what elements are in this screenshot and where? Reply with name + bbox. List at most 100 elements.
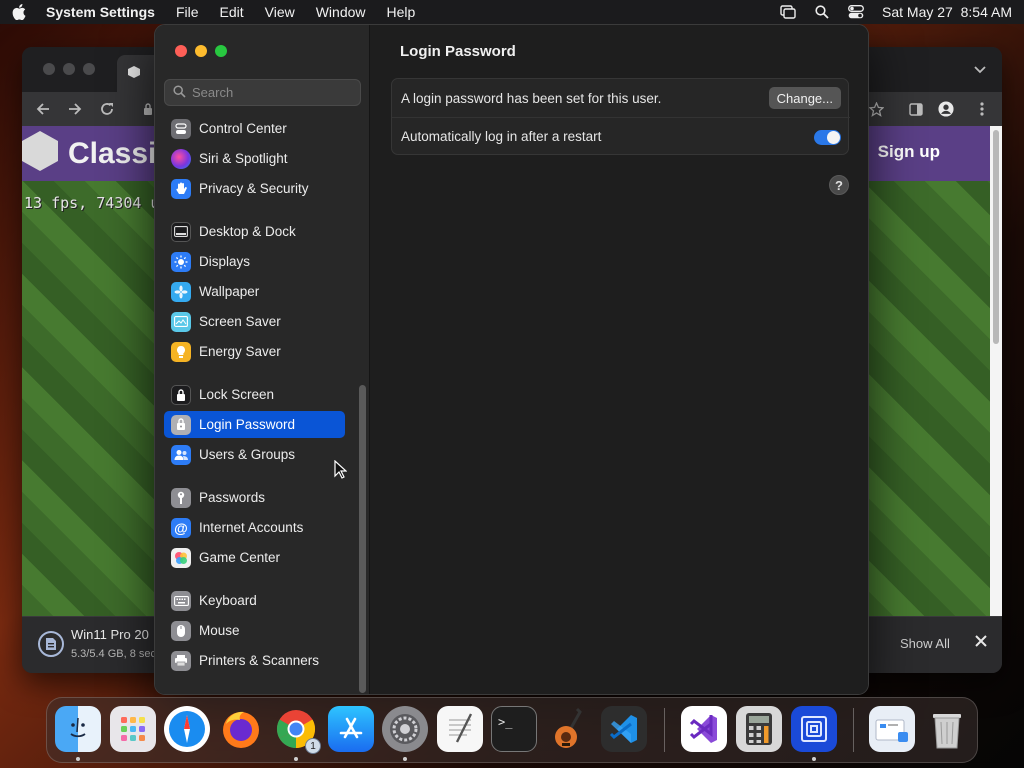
password-status-text: A login password has been set for this u…: [401, 90, 662, 106]
side-panel-icon[interactable]: [908, 101, 924, 117]
tab-list-chevron-icon[interactable]: [972, 62, 988, 78]
page-title: Login Password: [400, 43, 516, 60]
menu-edit[interactable]: Edit: [220, 4, 244, 20]
sidebar-item-privacy-security[interactable]: Privacy & Security: [164, 175, 345, 202]
fps-counter: 13 fps, 74304 u: [24, 194, 160, 212]
window-minimize-button[interactable]: [195, 45, 207, 57]
users-icon: [171, 444, 191, 465]
menu-bar: System Settings File Edit View Window He…: [0, 0, 1024, 24]
dock-visual-studio-icon[interactable]: [681, 706, 727, 752]
search-icon: [173, 84, 186, 101]
menu-help[interactable]: Help: [387, 4, 416, 20]
dock-separator: [664, 708, 665, 752]
sidebar-item-desktop-dock[interactable]: Desktop & Dock: [164, 218, 345, 245]
control-center-menu-icon[interactable]: [848, 4, 864, 20]
dock-garageband-icon[interactable]: [546, 706, 592, 752]
sidebar-item-mouse[interactable]: Mouse: [164, 617, 345, 644]
password-status-row: A login password has been set for this u…: [392, 79, 850, 117]
browser-zoom-dot[interactable]: [83, 63, 95, 75]
apple-menu-icon[interactable]: [12, 4, 26, 20]
sidebar-item-label: Printers & Scanners: [199, 653, 320, 668]
printer-icon: [171, 650, 191, 671]
sign-up-link[interactable]: Sign up: [878, 142, 940, 162]
menu-file[interactable]: File: [176, 4, 199, 20]
spotlight-search-icon[interactable]: [814, 4, 830, 20]
dock-finder-icon[interactable]: [55, 706, 101, 752]
dock-calculator-icon[interactable]: [736, 706, 782, 752]
site-title[interactable]: Classi: [68, 137, 156, 171]
show-all-downloads-link[interactable]: Show All: [900, 636, 950, 651]
sidebar-item-internet-accounts[interactable]: @ Internet Accounts: [164, 514, 345, 541]
menubar-clock[interactable]: Sat May 27 8:54 AM: [882, 4, 1012, 20]
download-file-icon[interactable]: [38, 631, 64, 657]
sidebar-item-siri-spotlight[interactable]: Siri & Spotlight: [164, 145, 345, 172]
sidebar-item-control-center[interactable]: Control Center: [164, 115, 345, 142]
flower-icon: [171, 281, 191, 302]
forward-arrow-icon[interactable]: [67, 101, 83, 117]
menu-view[interactable]: View: [265, 4, 295, 20]
menu-app-name[interactable]: System Settings: [46, 4, 155, 20]
close-download-bar-icon[interactable]: [975, 634, 987, 652]
sidebar-item-label: Passwords: [199, 490, 266, 505]
page-scrollbar[interactable]: [990, 126, 1002, 616]
sidebar-item-keyboard[interactable]: Keyboard: [164, 587, 345, 614]
sidebar-item-screen-saver[interactable]: Screen Saver: [164, 308, 345, 335]
sidebar-item-passwords[interactable]: Passwords: [164, 484, 345, 511]
sidebar-item-lock-screen[interactable]: Lock Screen: [164, 381, 345, 408]
window-zoom-button[interactable]: [215, 45, 227, 57]
dock: 1 >_: [46, 697, 978, 763]
site-logo-icon[interactable]: [22, 131, 58, 171]
dock-safari-icon[interactable]: [164, 706, 210, 752]
sidebar-item-label: Screen Saver: [199, 314, 281, 329]
sidebar-item-wallpaper[interactable]: Wallpaper: [164, 278, 345, 305]
sidebar-item-displays[interactable]: Displays: [164, 248, 345, 275]
dock-running-indicator: [294, 757, 298, 761]
dock-system-settings-icon[interactable]: [382, 706, 428, 752]
sidebar-item-users-groups[interactable]: Users & Groups: [164, 441, 345, 468]
dock-launchpad-icon[interactable]: [110, 706, 156, 752]
sidebar-item-label: Privacy & Security: [199, 181, 309, 196]
sidebar-item-login-password[interactable]: Login Password: [164, 411, 345, 438]
screen-mirroring-icon[interactable]: [780, 4, 796, 20]
screen-saver-icon: [171, 311, 191, 332]
sidebar-search[interactable]: [164, 79, 361, 106]
sidebar-item-energy-saver[interactable]: Energy Saver: [164, 338, 345, 365]
dock-terminal-icon[interactable]: >_: [491, 706, 537, 752]
sidebar-scrollbar[interactable]: [359, 385, 366, 693]
browser-menu-icon[interactable]: [974, 101, 990, 117]
dock-firefox-icon[interactable]: [218, 706, 264, 752]
sidebar-item-label: Mouse: [199, 623, 240, 638]
browser-close-dot[interactable]: [43, 63, 55, 75]
bookmark-star-icon[interactable]: [868, 101, 884, 117]
control-center-icon: [171, 118, 191, 139]
dock-screen-sharing-icon[interactable]: [791, 706, 837, 752]
sidebar-item-printers-scanners[interactable]: Printers & Scanners: [164, 647, 345, 674]
reload-icon[interactable]: [99, 101, 115, 117]
sidebar-item-label: Internet Accounts: [199, 520, 304, 535]
dock-app-store-icon[interactable]: [328, 706, 374, 752]
sidebar-item-game-center[interactable]: Game Center: [164, 544, 345, 571]
change-password-button[interactable]: Change...: [768, 87, 841, 109]
sidebar-item-label: Login Password: [199, 417, 296, 432]
search-input[interactable]: [192, 85, 352, 100]
back-arrow-icon[interactable]: [35, 101, 51, 117]
mouse-icon: [171, 620, 191, 641]
dock-separator: [853, 708, 854, 752]
auto-login-toggle[interactable]: [814, 130, 841, 145]
dock-textedit-icon[interactable]: [437, 706, 483, 752]
tab-favicon-icon: [127, 65, 141, 82]
profile-avatar-icon[interactable]: [938, 101, 954, 117]
dock-downloads-stack-icon[interactable]: [869, 706, 915, 752]
download-name[interactable]: Win11 Pro 20: [71, 627, 149, 642]
window-close-button[interactable]: [175, 45, 187, 57]
menu-window[interactable]: Window: [316, 4, 366, 20]
chrome-download-badge: 1: [305, 738, 321, 754]
dock-trash-icon[interactable]: [924, 706, 970, 752]
dock-chrome-icon[interactable]: 1: [273, 706, 321, 754]
dock-running-indicator: [76, 757, 80, 761]
key-icon: [171, 487, 191, 508]
help-button[interactable]: ?: [829, 175, 849, 195]
dock-vscode-icon[interactable]: [601, 706, 647, 752]
page-scrollbar-thumb[interactable]: [993, 130, 999, 344]
browser-minimize-dot[interactable]: [63, 63, 75, 75]
